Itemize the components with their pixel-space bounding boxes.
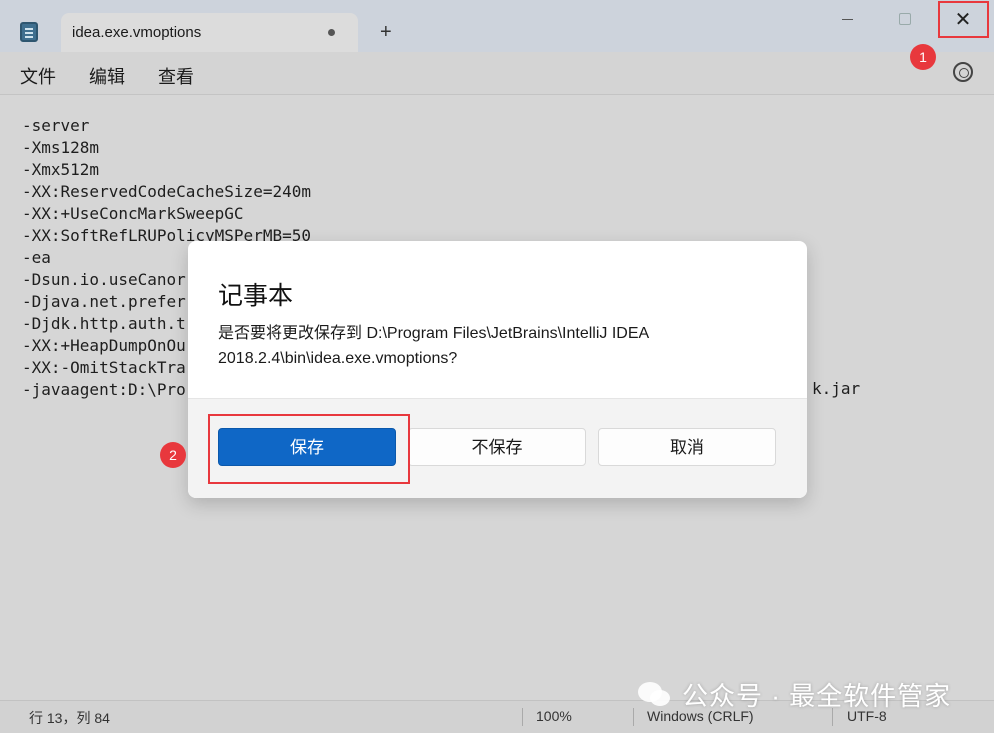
editor-line: -XX:ReservedCodeCacheSize=240m xyxy=(22,182,311,201)
zoom-level: 100% xyxy=(536,708,572,724)
editor-line: -XX:+UseConcMarkSweepGC xyxy=(22,204,244,223)
status-divider xyxy=(522,708,523,726)
highlight-save-box xyxy=(208,414,410,484)
wechat-logo-icon xyxy=(638,682,670,706)
maximize-button[interactable] xyxy=(880,0,930,38)
dialog-message: 是否要将更改保存到 D:\Program Files\JetBrains\Int… xyxy=(218,325,649,367)
watermark-text: 公众号 · 最全软件管家 xyxy=(682,681,952,711)
editor-line: -server xyxy=(22,116,90,135)
editor-line-tail: k.jar xyxy=(812,379,861,398)
step-badge-2: 2 xyxy=(160,442,186,468)
tab-title: idea.exe.vmoptions xyxy=(72,24,202,41)
tab-file[interactable]: idea.exe.vmoptions xyxy=(61,13,358,52)
watermark: 公众号 · 最全软件管家 xyxy=(682,676,951,713)
new-tab-button[interactable]: + xyxy=(380,19,392,45)
highlight-close-box xyxy=(938,1,989,38)
menu-file[interactable]: 文件 xyxy=(20,63,56,89)
dont-save-button[interactable]: 不保存 xyxy=(408,428,586,466)
unsaved-dot-icon[interactable] xyxy=(328,29,335,36)
editor-line: -Xms128m xyxy=(22,138,100,157)
minimize-button[interactable] xyxy=(822,0,872,38)
title-bar: idea.exe.vmoptions + ✕ xyxy=(0,0,994,52)
notepad-icon xyxy=(20,22,38,42)
cancel-button[interactable]: 取消 xyxy=(598,428,776,466)
dialog-title: 记事本 xyxy=(218,282,294,310)
gear-icon[interactable] xyxy=(953,62,973,82)
menu-edit[interactable]: 编辑 xyxy=(89,63,125,89)
cursor-position: 行 13，列 84 xyxy=(29,710,110,726)
step-badge-1: 1 xyxy=(910,44,936,70)
menu-bar: 文件 编辑 查看 xyxy=(0,52,994,94)
menu-view[interactable]: 查看 xyxy=(158,63,194,89)
status-divider xyxy=(633,708,634,726)
editor-line: -Xmx512m xyxy=(22,160,100,179)
